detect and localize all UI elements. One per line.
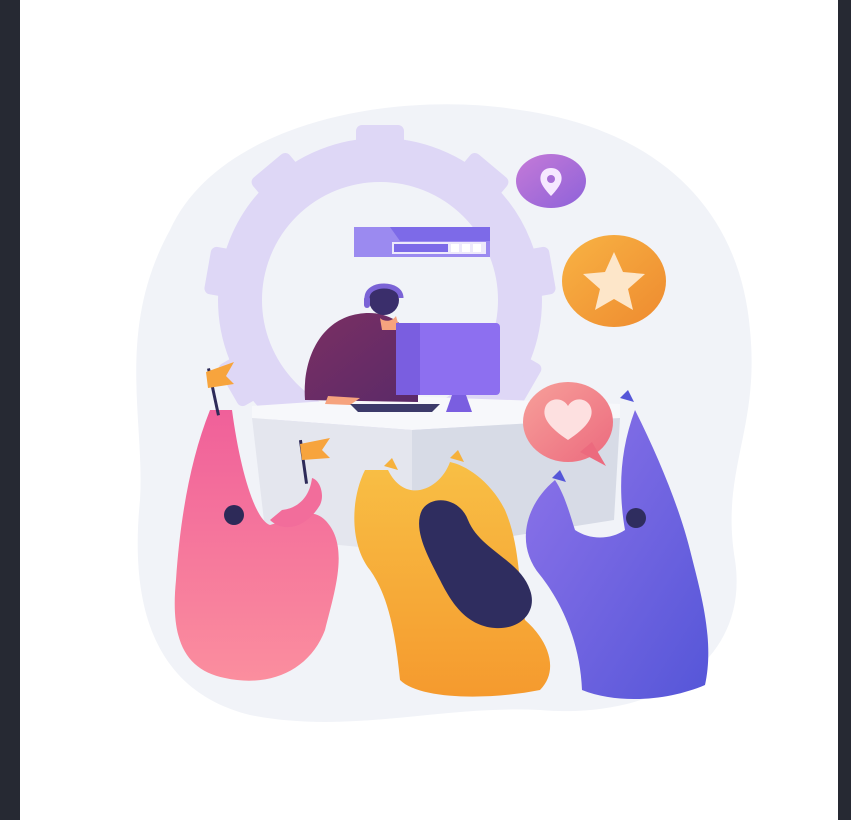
- progress-bar: [354, 227, 490, 257]
- location-badge: [516, 154, 586, 208]
- star-badge: [562, 235, 666, 327]
- support-team-illustration: [136, 104, 752, 722]
- image-canvas: [20, 0, 838, 820]
